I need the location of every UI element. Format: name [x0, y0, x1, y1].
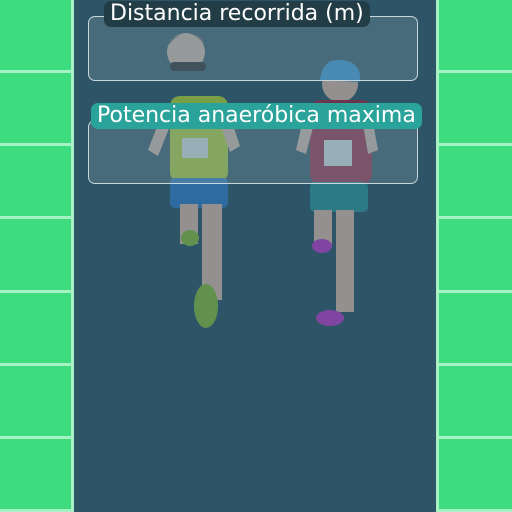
distance-label: Distancia recorrida (m)	[104, 1, 370, 27]
runner-right	[296, 59, 378, 326]
grass-tile	[439, 365, 512, 436]
grass-tile	[0, 219, 71, 290]
grass-tile	[0, 438, 71, 509]
grass-tile	[439, 292, 512, 363]
grass-tile	[439, 73, 512, 144]
grass-tile	[0, 73, 71, 144]
left-grass-border	[0, 0, 74, 512]
grass-tile	[0, 292, 71, 363]
grass-tile	[0, 146, 71, 217]
grass-tile	[439, 219, 512, 290]
grass-tile	[0, 365, 71, 436]
grass-tile	[439, 0, 512, 71]
grass-tile	[439, 438, 512, 509]
anaerobic-power-label: Potencia anaeróbica maxima	[91, 103, 422, 129]
grass-tile	[439, 146, 512, 217]
right-grass-border	[436, 0, 512, 512]
grass-tile	[0, 0, 71, 71]
anaerobic-power-field[interactable]	[88, 120, 418, 184]
